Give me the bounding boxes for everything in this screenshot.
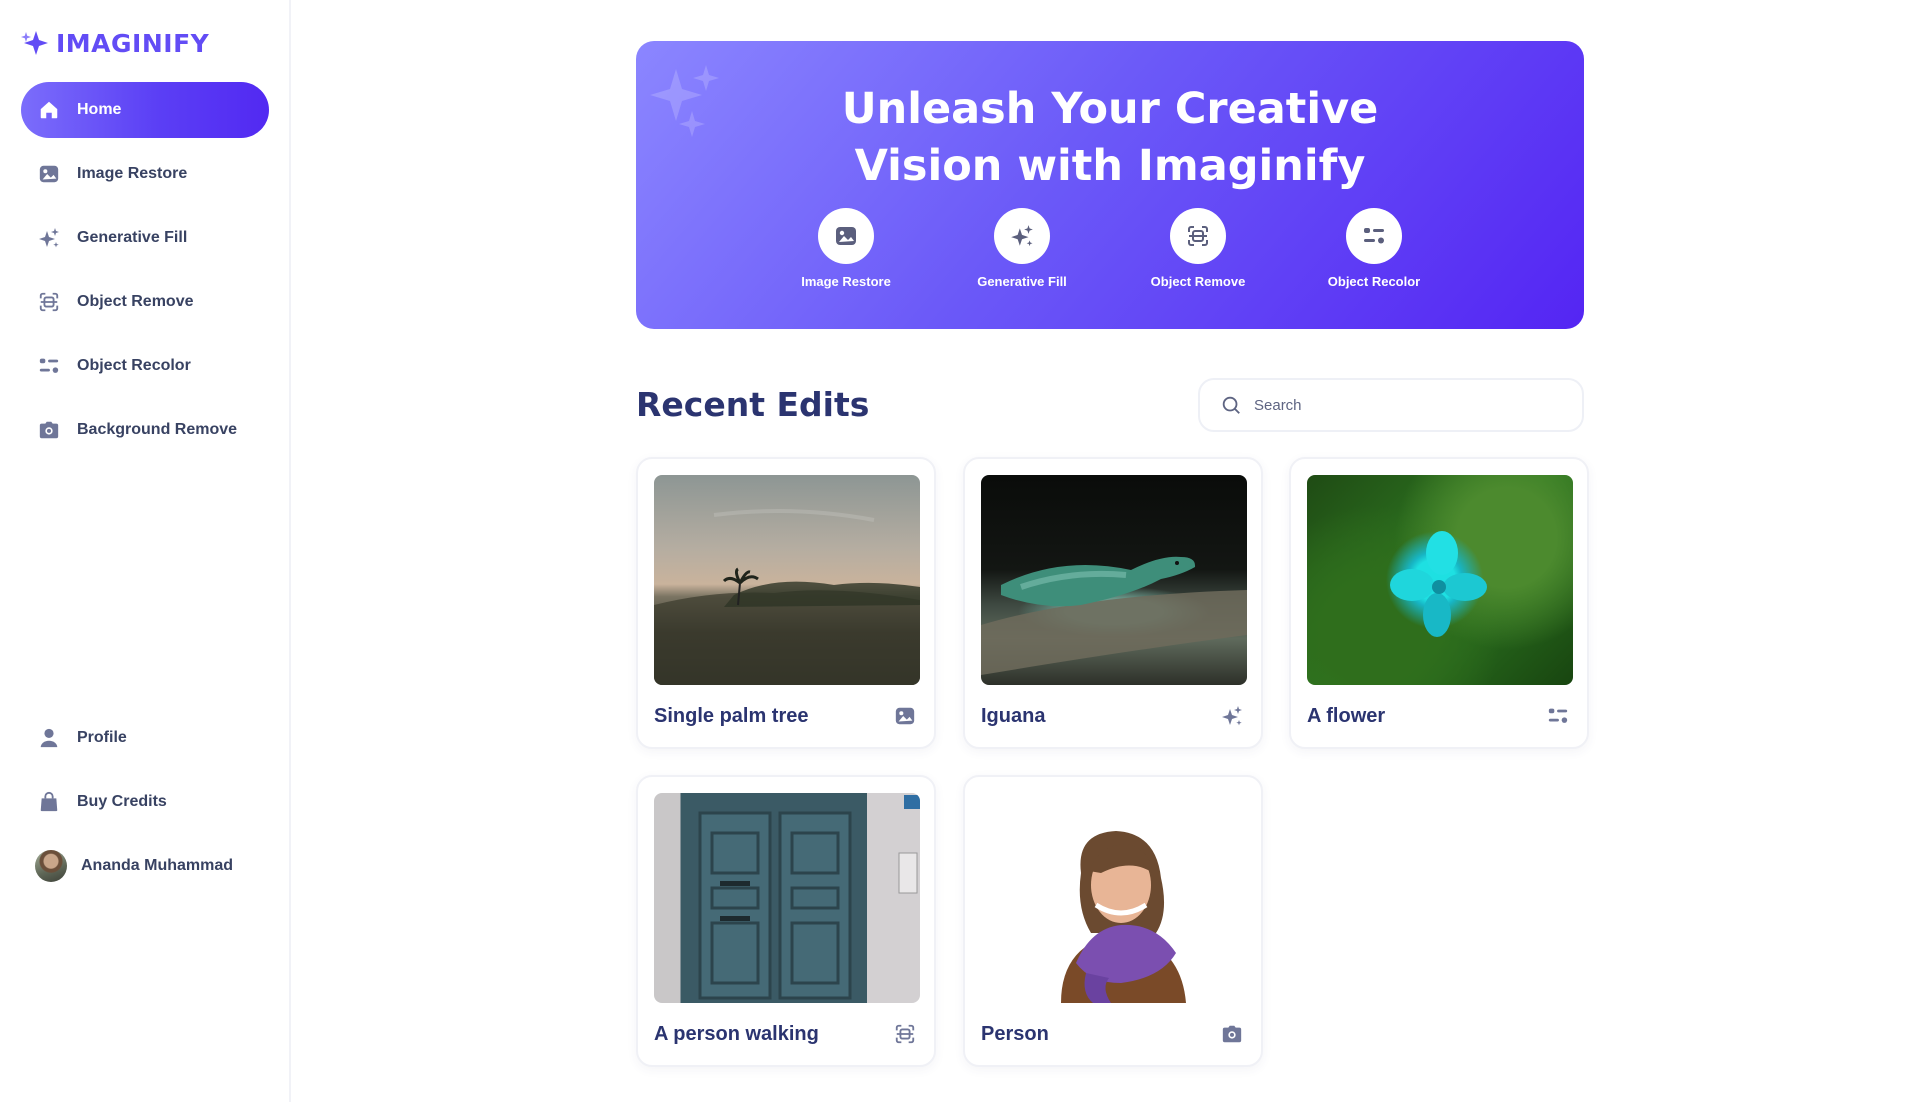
hero-action-object-remove[interactable]: Object Remove: [1110, 208, 1286, 289]
sidebar-item-buy-credits[interactable]: Buy Credits: [21, 774, 269, 830]
edit-card-image: [981, 475, 1247, 685]
edit-card-title: A flower: [1307, 705, 1386, 727]
image-icon: [892, 703, 918, 729]
sparkles-icon: [1219, 703, 1245, 729]
recent-edits-title: Recent Edits: [636, 385, 870, 424]
hero-banner: Unleash Your Creative Vision with Imagin…: [636, 41, 1584, 329]
search-icon: [1222, 396, 1240, 414]
sidebar-item-label: Home: [77, 101, 122, 118]
image-icon: [37, 162, 61, 186]
hero-action-circle: [994, 208, 1050, 264]
edit-card-image: [981, 793, 1247, 1003]
sidebar-item-home[interactable]: Home: [21, 82, 269, 138]
sidebar-item-profile[interactable]: Profile: [21, 710, 269, 766]
sidebar-item-image-restore[interactable]: Image Restore: [21, 146, 269, 202]
hero-action-label: Generative Fill: [977, 274, 1067, 289]
edit-card-iguana[interactable]: Iguana: [963, 457, 1263, 749]
user-name: Ananda Muhammad: [81, 857, 234, 874]
sidebar-item-background-remove[interactable]: Background Remove: [21, 402, 269, 458]
sparkles-icon: [37, 226, 61, 250]
camera-icon: [1219, 1021, 1245, 1047]
sidebar-item-label: Object Recolor: [77, 357, 191, 374]
edit-card-title: Single palm tree: [654, 705, 809, 727]
sidebar-item-label: Buy Credits: [77, 793, 167, 810]
hero-action-circle: [1346, 208, 1402, 264]
sparkles-icon: [1011, 225, 1033, 247]
hero-title: Unleash Your Creative Vision with Imagin…: [636, 81, 1584, 195]
sidebar: IMAGINIFY Home Image Restore Generative …: [0, 0, 291, 1102]
hero-action-object-recolor[interactable]: Object Recolor: [1286, 208, 1462, 289]
filter-icon: [1545, 703, 1571, 729]
hero-action-label: Object Remove: [1150, 274, 1246, 289]
edit-card-a-person-walking[interactable]: A person walking: [636, 775, 936, 1067]
edit-card-person[interactable]: Person: [963, 775, 1263, 1067]
hero-action-image-restore[interactable]: Image Restore: [758, 208, 934, 289]
sidebar-item-label: Background Remove: [77, 421, 238, 438]
hero-action-label: Object Recolor: [1327, 274, 1421, 289]
edit-card-title: Iguana: [981, 705, 1046, 727]
avatar: [35, 850, 67, 882]
edit-card-image: [654, 475, 920, 685]
app-name: IMAGINIFY: [56, 28, 210, 58]
edit-card-image: [654, 793, 920, 1003]
hero-title-line2: Vision with Imaginify: [854, 141, 1366, 191]
image-icon: [836, 227, 856, 245]
filter-icon: [37, 354, 61, 378]
hero-actions: Image Restore Generative Fill Object Rem…: [636, 208, 1584, 289]
sidebar-item-object-recolor[interactable]: Object Recolor: [21, 338, 269, 394]
edit-card-title: A person walking: [654, 1023, 819, 1045]
search-box[interactable]: [1198, 378, 1584, 432]
home-icon: [37, 98, 61, 122]
filter-icon: [1364, 228, 1384, 244]
hero-action-circle: [818, 208, 874, 264]
bag-icon: [37, 790, 61, 814]
sidebar-item-label: Image Restore: [77, 165, 188, 182]
app-logo[interactable]: IMAGINIFY: [20, 28, 209, 58]
hero-action-circle: [1170, 208, 1226, 264]
hero-title-line1: Unleash Your Creative: [841, 84, 1379, 134]
sidebar-item-label: Object Remove: [77, 293, 194, 310]
hero-action-label: Image Restore: [801, 274, 891, 289]
user-icon: [37, 726, 61, 750]
edit-card-a-flower[interactable]: A flower: [1289, 457, 1589, 749]
sidebar-item-generative-fill[interactable]: Generative Fill: [21, 210, 269, 266]
sidebar-item-object-remove[interactable]: Object Remove: [21, 274, 269, 330]
scan-icon: [1188, 226, 1208, 246]
edit-card-image: [1307, 475, 1573, 685]
edit-card-single-palm-tree[interactable]: Single palm tree: [636, 457, 936, 749]
edit-card-title: Person: [981, 1023, 1049, 1045]
sparkles-logo-icon: [21, 31, 48, 55]
search-input[interactable]: [1254, 396, 1574, 414]
sidebar-item-label: Profile: [77, 729, 127, 746]
scan-icon: [37, 290, 61, 314]
user-profile[interactable]: Ananda Muhammad: [21, 838, 269, 894]
camera-icon: [37, 418, 61, 442]
sidebar-item-label: Generative Fill: [77, 229, 188, 246]
sidebar-nav: Home Image Restore Generative Fill Objec…: [21, 82, 269, 466]
hero-action-generative-fill[interactable]: Generative Fill: [934, 208, 1110, 289]
sidebar-bottom-nav: Profile Buy Credits Ananda Muhammad: [21, 710, 269, 894]
scan-icon: [892, 1021, 918, 1047]
